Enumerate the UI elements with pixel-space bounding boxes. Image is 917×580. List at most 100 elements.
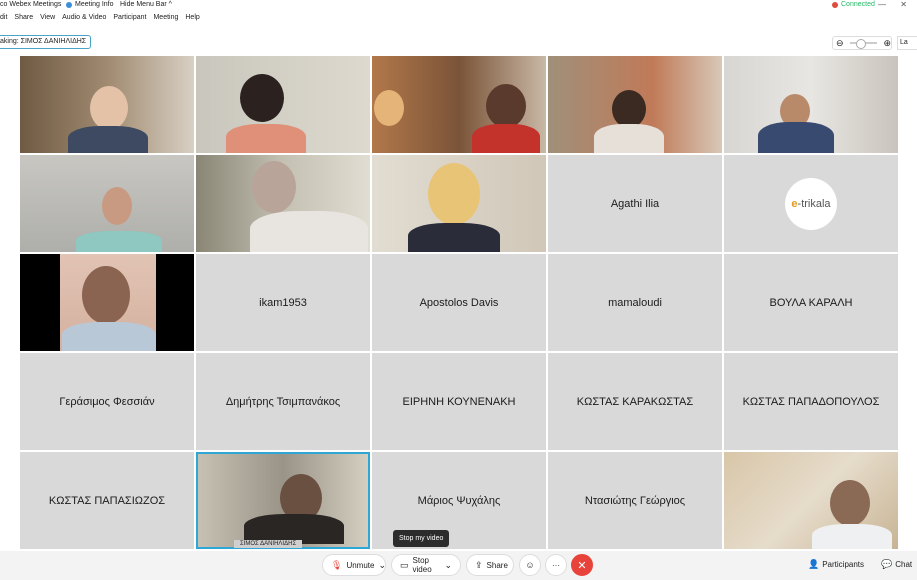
- participant-head: [240, 74, 284, 122]
- participant-head: [90, 86, 128, 130]
- participant-name: Δημήτρης Τσιμπανάκος: [225, 395, 341, 408]
- participant-body: [76, 231, 162, 252]
- participant-name: Ντασιώτης Γεώργιος: [584, 494, 686, 507]
- participant-body: [68, 126, 148, 153]
- participant-head: [428, 163, 480, 225]
- connection-icon: [832, 1, 838, 8]
- camera-icon: ▭: [400, 559, 409, 570]
- hide-menu-bar-button[interactable]: Hide Menu Bar ^: [120, 1, 172, 8]
- connection-status: Connected: [832, 1, 875, 8]
- participant-head: [374, 90, 404, 126]
- layout-button[interactable]: La: [897, 36, 917, 50]
- participant-name-tile[interactable]: ΕΙΡΗΝΗ ΚΟΥΝΕΝΑΚΗ: [372, 353, 546, 450]
- layout-label: La: [900, 39, 908, 46]
- participant-body: [472, 124, 540, 153]
- chevron-down-icon[interactable]: ⌄: [378, 560, 386, 571]
- meeting-controls-bar: 🎙 Unmute ⌄ ▭ Stop video ⌄ ⇪ Share ☺ ··· …: [0, 551, 917, 580]
- end-meeting-button[interactable]: ✕: [571, 554, 593, 576]
- unmute-button[interactable]: 🎙 Unmute ⌄: [322, 554, 386, 576]
- participant-name: ΚΩΣΤΑΣ ΠΑΠΑΔΟΠΟΥΛΟΣ: [742, 395, 880, 408]
- chat-label: Chat: [895, 560, 913, 569]
- participant-name-tile[interactable]: ikam1953: [196, 254, 370, 351]
- participant-head: [612, 90, 646, 128]
- participant-body: [62, 322, 156, 351]
- video-tile[interactable]: [372, 155, 546, 252]
- video-tile[interactable]: [372, 56, 546, 153]
- participant-name: ΚΩΣΤΑΣ ΚΑΡΑΚΩΣΤΑΣ: [576, 395, 694, 408]
- close-icon: ✕: [577, 559, 587, 572]
- participant-name-tile[interactable]: ΒΟΥΛΑ ΚΑΡΑΛΗ: [724, 254, 898, 351]
- participants-label: Participants: [822, 560, 865, 569]
- more-icon: ···: [552, 560, 560, 570]
- menu-edit[interactable]: dit: [0, 14, 7, 26]
- zoom-thumb[interactable]: [855, 39, 866, 49]
- video-tile[interactable]: [20, 56, 194, 153]
- video-tile[interactable]: [724, 452, 898, 549]
- participant-name-tile[interactable]: ΚΩΣΤΑΣ ΠΑΠΑΣΙΩΖΟΣ: [20, 452, 194, 549]
- video-tile[interactable]: [548, 56, 722, 153]
- menu-bar: dit Share View Audio & Video Participant…: [0, 14, 207, 26]
- info-icon: [66, 1, 72, 8]
- meeting-info-button[interactable]: Meeting Info: [66, 1, 114, 8]
- participant-name: Γεράσιμος Φεσσιάν: [59, 395, 155, 408]
- share-button[interactable]: ⇪ Share: [466, 554, 514, 576]
- participant-name-tile[interactable]: Γεράσιμος Φεσσιάν: [20, 353, 194, 450]
- menu-meeting[interactable]: Meeting: [153, 14, 178, 26]
- app-title: co Webex Meetings: [0, 1, 62, 8]
- participant-name-tile[interactable]: mamaloudi: [548, 254, 722, 351]
- share-label: Share: [486, 560, 508, 570]
- video-tile[interactable]: [196, 56, 370, 153]
- unmute-label: Unmute: [346, 560, 375, 570]
- participant-name: Apostolos Davis: [419, 296, 499, 309]
- video-tile[interactable]: [20, 254, 194, 351]
- participant-head: [82, 266, 130, 324]
- participants-button[interactable]: 👤 Participants: [808, 559, 864, 570]
- participant-body: [812, 524, 892, 549]
- participant-head: [102, 187, 132, 225]
- menu-help[interactable]: Help: [185, 14, 199, 26]
- video-tile[interactable]: [20, 155, 194, 252]
- video-tile[interactable]: [196, 155, 370, 252]
- participants-icon: 👤: [808, 559, 820, 569]
- participant-name: ikam1953: [259, 296, 307, 309]
- participant-name: Agathi Ilia: [610, 197, 660, 210]
- stop-video-label: Stop video: [412, 556, 432, 574]
- video-tile[interactable]: [724, 56, 898, 153]
- participant-name: ΒΟΥΛΑ ΚΑΡΑΛΗ: [769, 296, 853, 309]
- participant-name: ΚΩΣΤΑΣ ΠΑΠΑΣΙΩΖΟΣ: [48, 494, 166, 507]
- active-speaker-video-tile[interactable]: ΣΙΜΟΣ ΔΑΝΙΗΛΙΔΗΣ: [196, 452, 370, 549]
- participant-name-tile[interactable]: Ντασιώτης Γεώργιος: [548, 452, 722, 549]
- participant-head: [830, 480, 870, 526]
- participant-body: [250, 211, 368, 252]
- participant-body: [226, 124, 306, 153]
- window-controls[interactable]: — ✕: [878, 0, 913, 9]
- chevron-down-icon[interactable]: ⌄: [444, 560, 452, 571]
- chat-icon: 💬: [881, 559, 893, 569]
- participant-body: [594, 124, 664, 153]
- zoom-slider[interactable]: ⊖ ⊕: [832, 36, 892, 50]
- participant-body: [408, 223, 500, 252]
- menu-audio-video[interactable]: Audio & Video: [62, 14, 106, 26]
- participant-name-tile[interactable]: Δημήτρης Τσιμπανάκος: [196, 353, 370, 450]
- microphone-muted-icon: 🎙: [331, 559, 343, 570]
- share-icon: ⇪: [475, 559, 483, 570]
- participant-name-tile[interactable]: Apostolos Davis: [372, 254, 546, 351]
- stop-video-button[interactable]: ▭ Stop video ⌄: [391, 554, 461, 576]
- participant-name-tile[interactable]: ΚΩΣΤΑΣ ΠΑΠΑΔΟΠΟΥΛΟΣ: [724, 353, 898, 450]
- stop-video-tooltip: Stop my video: [393, 530, 450, 547]
- reactions-button[interactable]: ☺: [519, 554, 541, 576]
- zoom-out-icon[interactable]: ⊖: [836, 38, 844, 49]
- participant-name: ΕΙΡΗΝΗ ΚΟΥΝΕΝΑΚΗ: [402, 395, 516, 408]
- participant-name: mamaloudi: [608, 296, 662, 309]
- zoom-track[interactable]: [849, 39, 878, 49]
- chat-button[interactable]: 💬 Chat: [881, 559, 912, 570]
- active-speaker-label: aking: ΣΙΜΟΣ ΔΑΝΙΗΛΙΔΗΣ: [0, 35, 92, 49]
- zoom-in-icon[interactable]: ⊕: [883, 38, 891, 49]
- more-options-button[interactable]: ···: [545, 554, 567, 576]
- participant-name-tile[interactable]: ΚΩΣΤΑΣ ΚΑΡΑΚΩΣΤΑΣ: [548, 353, 722, 450]
- menu-view[interactable]: View: [40, 14, 55, 26]
- menu-share[interactable]: Share: [14, 14, 33, 26]
- participant-name-tile[interactable]: Agathi Ilia: [548, 155, 722, 252]
- participant-avatar-tile[interactable]: e -trikala: [724, 155, 898, 252]
- menu-participant[interactable]: Participant: [113, 14, 146, 26]
